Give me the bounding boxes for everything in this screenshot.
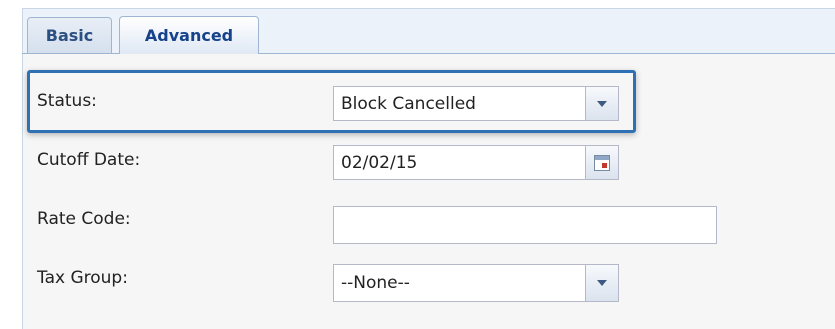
rate-code-field[interactable] [333, 206, 717, 244]
cutoff-date-label: Cutoff Date: [37, 150, 141, 170]
cutoff-date-picker-trigger[interactable] [586, 145, 619, 180]
status-select[interactable]: Block Cancelled [333, 86, 586, 121]
status-label: Status: [37, 91, 97, 111]
tax-group-select[interactable]: --None-- [333, 264, 586, 302]
tab-basic[interactable]: Basic [27, 17, 112, 53]
tab-bar: Basic Advanced [0, 0, 835, 60]
chevron-down-icon [597, 280, 607, 286]
tab-advanced[interactable]: Advanced [119, 16, 259, 54]
chevron-down-icon [597, 100, 607, 107]
calendar-icon [594, 154, 610, 171]
tax-group-label: Tax Group: [37, 268, 128, 288]
cutoff-date-field[interactable]: 02/02/15 [333, 145, 586, 180]
tax-group-dropdown-trigger[interactable] [586, 264, 619, 302]
status-dropdown-trigger[interactable] [586, 86, 619, 121]
rate-code-label: Rate Code: [37, 209, 131, 229]
